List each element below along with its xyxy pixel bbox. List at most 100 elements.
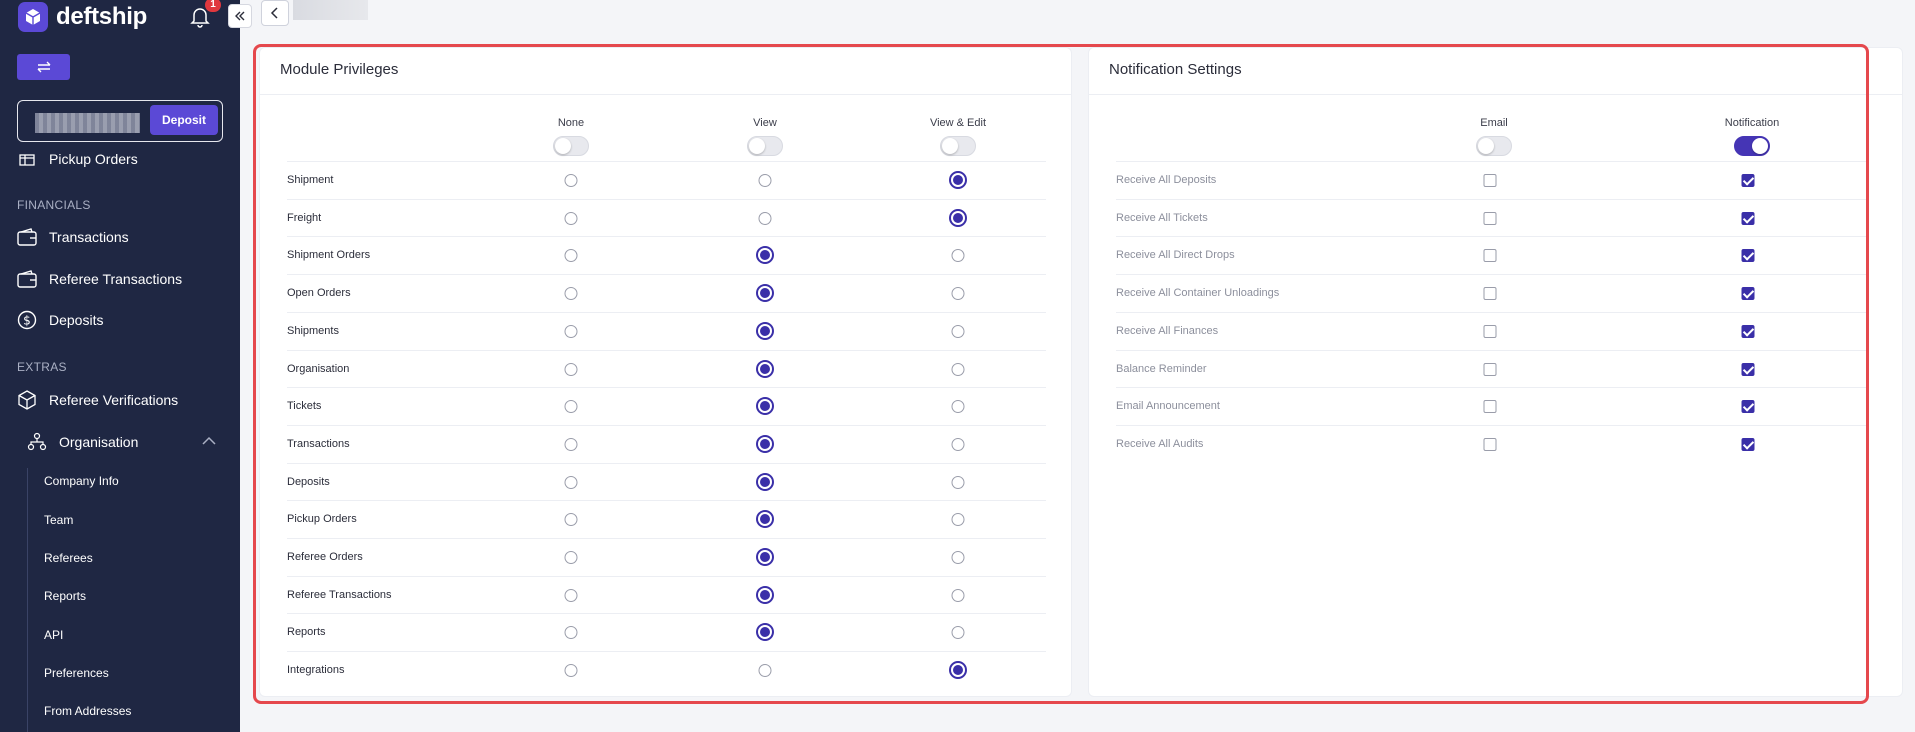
privilege-radio[interactable] (951, 249, 965, 263)
sidebar-subitem-referees[interactable]: Referees (44, 551, 93, 565)
sidebar-subitem-company-info[interactable]: Company Info (44, 474, 119, 488)
privilege-radio[interactable] (758, 174, 772, 187)
sidebar-subitem-api[interactable]: API (44, 628, 63, 642)
privilege-radio[interactable] (564, 362, 578, 376)
sidebar-item-transactions[interactable]: Transactions (17, 227, 129, 247)
divider (1089, 94, 1902, 95)
privilege-radio[interactable] (756, 548, 774, 566)
sidebar-subitem-team[interactable]: Team (44, 513, 73, 527)
email-checkbox[interactable] (1483, 400, 1497, 414)
privilege-radio[interactable] (564, 287, 578, 301)
row-label: Integrations (287, 664, 345, 677)
privilege-radio[interactable] (951, 588, 965, 602)
cube-outline-icon (17, 390, 37, 410)
sidebar-item-label: Deposits (49, 312, 104, 328)
privilege-radio[interactable] (564, 437, 578, 451)
collapse-sidebar-button[interactable] (228, 4, 252, 28)
deposit-button[interactable]: Deposit (149, 105, 218, 135)
notification-checkbox[interactable] (1741, 437, 1755, 451)
privilege-radio[interactable] (951, 475, 965, 489)
email-checkbox[interactable] (1483, 362, 1497, 376)
privilege-radio[interactable] (564, 324, 578, 338)
privilege-radio[interactable] (564, 664, 578, 678)
privilege-radio[interactable] (756, 510, 774, 529)
column-toggle[interactable] (940, 136, 976, 156)
sidebar-subitem-preferences[interactable]: Preferences (44, 666, 109, 680)
sidebar-item-referee-verifications[interactable]: Referee Verifications (17, 390, 178, 410)
sidebar-item-organisation[interactable]: Organisation (27, 432, 138, 452)
privilege-radio[interactable] (564, 513, 578, 527)
chevron-up-icon[interactable] (201, 434, 217, 453)
email-checkbox[interactable] (1483, 324, 1497, 338)
privilege-radio[interactable] (564, 551, 578, 564)
column-toggle[interactable] (1476, 136, 1512, 156)
notification-checkbox[interactable] (1741, 287, 1755, 301)
privilege-radio[interactable] (949, 171, 967, 189)
notification-checkbox[interactable] (1741, 324, 1755, 338)
privilege-radio[interactable] (564, 475, 578, 489)
privilege-radio[interactable] (951, 324, 965, 338)
privilege-radio[interactable] (756, 472, 774, 491)
privilege-radio[interactable] (951, 400, 965, 414)
email-checkbox[interactable] (1483, 211, 1497, 225)
privilege-radio[interactable] (564, 249, 578, 263)
email-checkbox[interactable] (1483, 174, 1497, 187)
balance-value-redacted (35, 113, 140, 133)
notification-checkbox[interactable] (1741, 362, 1755, 376)
table-row: Shipments (287, 311, 1046, 349)
privilege-radio[interactable] (951, 362, 965, 376)
back-button[interactable] (261, 0, 289, 26)
notification-checkbox[interactable] (1741, 211, 1755, 225)
wallet-icon (17, 227, 37, 247)
sidebar-subitem-reports[interactable]: Reports (44, 589, 86, 603)
brand-logo[interactable]: deftship (18, 0, 147, 34)
sidebar-subitem-from-addresses[interactable]: From Addresses (44, 704, 131, 718)
email-checkbox[interactable] (1483, 249, 1497, 263)
privilege-radio[interactable] (951, 626, 965, 640)
org-chart-icon (27, 432, 47, 452)
privilege-radio[interactable] (756, 246, 774, 265)
privilege-radio[interactable] (756, 359, 774, 378)
brand-name: deftship (56, 3, 147, 30)
privilege-radio[interactable] (951, 287, 965, 301)
privilege-radio[interactable] (951, 551, 965, 564)
email-checkbox[interactable] (1483, 287, 1497, 301)
privilege-radio[interactable] (756, 623, 774, 642)
notification-checkbox[interactable] (1741, 174, 1755, 187)
privilege-radio[interactable] (756, 585, 774, 604)
privilege-radio[interactable] (949, 661, 967, 680)
switch-account-button[interactable] (17, 54, 70, 80)
table-row: Tickets (287, 387, 1046, 424)
privilege-radio[interactable] (951, 513, 965, 527)
table-row: Reports (287, 613, 1046, 650)
privilege-radio[interactable] (756, 284, 774, 303)
privilege-radio[interactable] (756, 321, 774, 340)
privilege-radio[interactable] (756, 397, 774, 416)
row-label: Receive All Container Unloadings (1116, 287, 1280, 300)
privilege-radio[interactable] (758, 664, 772, 678)
sidebar-item-pickup-orders[interactable]: Pickup Orders (17, 149, 138, 169)
sidebar-item-referee-transactions[interactable]: Referee Transactions (17, 269, 182, 289)
privilege-radio[interactable] (564, 174, 578, 187)
table-row: Receive All Container Unloadings (1116, 274, 1866, 311)
privilege-radio[interactable] (564, 588, 578, 602)
column-toggle[interactable] (1734, 136, 1770, 156)
notification-checkbox[interactable] (1741, 249, 1755, 263)
column-toggle[interactable] (553, 136, 589, 156)
privilege-radio[interactable] (756, 434, 774, 453)
privilege-radio[interactable] (758, 211, 772, 225)
row-label: Shipments (287, 324, 339, 337)
privilege-radio[interactable] (564, 400, 578, 414)
row-label: Shipment (287, 174, 334, 186)
row-label: Deposits (287, 475, 330, 488)
column-toggle[interactable] (747, 136, 783, 156)
notification-checkbox[interactable] (1741, 400, 1755, 414)
table-row: Receive All Finances (1116, 311, 1866, 349)
privilege-radio[interactable] (564, 211, 578, 225)
privilege-radio[interactable] (951, 437, 965, 451)
email-checkbox[interactable] (1483, 437, 1497, 451)
toggle-knob (942, 138, 958, 154)
sidebar-item-deposits[interactable]: $ Deposits (17, 310, 103, 330)
privilege-radio[interactable] (949, 208, 967, 227)
privilege-radio[interactable] (564, 626, 578, 640)
